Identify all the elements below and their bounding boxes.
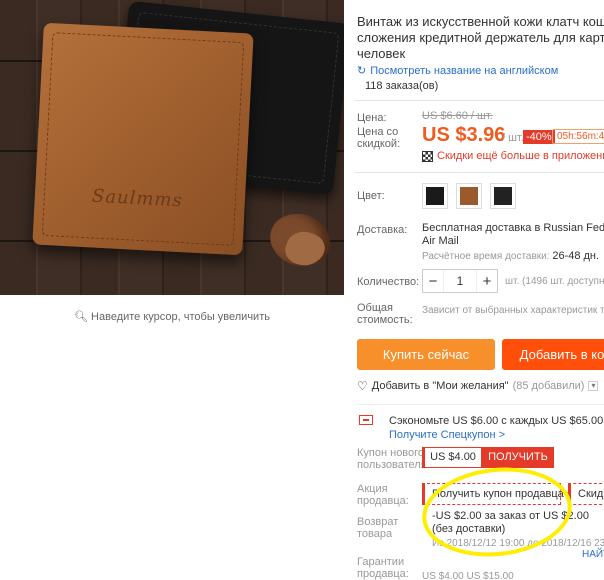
swatch-fill [426,187,444,205]
label-line: Гарантии [357,556,405,568]
wishlist-count: (85 добавили) [512,380,585,392]
total-label: Общая стоимость: [357,302,413,326]
total-note: Зависит от выбранных характеристик тов [422,305,604,316]
product-title-line: человек [357,46,406,61]
zoom-hint: 🔍︎ Наведите курсор, чтобы увеличить [0,310,344,323]
add-to-cart-button[interactable]: Добавить в ко [502,339,604,370]
current-price: US $3.96 [422,124,506,146]
label-line: продавца: [357,495,409,507]
buy-now-button[interactable]: Купить сейчас [357,339,495,370]
shipping-line-1: Бесплатная доставка в Russian Federati [422,222,604,234]
product-title-line: сложения кредитной держатель для карт би… [357,30,604,45]
discount-price-label: Цена со скидкой: [357,126,401,150]
find-more-link[interactable]: НАЙТ [582,549,604,560]
delivery-time-label: Расчётное время доставки: [422,251,550,262]
quantity-input[interactable]: 1 [443,270,477,292]
quantity-stepper: − 1 + [422,269,498,293]
color-label: Цвет: [357,190,385,202]
qr-code-icon [422,150,433,162]
savings-text: Сэкономьте US $6.00 с каждых US $65.00 [389,415,604,427]
product-image[interactable]: Saulmms [0,0,344,295]
returns-label: Возврат товара [357,516,398,540]
label-line: пользователя [357,459,427,471]
coupon-icon [359,415,373,425]
old-price: US $6.60 / шт. [422,110,493,122]
seller-promo-label: Акция продавца: [357,483,409,507]
price-label: Цена: [357,112,387,124]
divider [355,172,604,173]
product-title-line: Винтаж из искусственной кожи клатч кошел… [357,14,604,29]
label-line: товара [357,528,393,540]
delivery-time-value: 26-48 дн. [552,250,600,262]
search-icon: 🔍︎ [74,311,88,323]
color-swatch-black[interactable] [422,183,448,209]
app-discount-link[interactable]: Скидки ещё больше в приложении ▾ [422,150,604,162]
app-discount-text: Скидки ещё больше в приложении [437,150,604,162]
total-label-line: Общая [357,302,393,314]
coupon-value: US $4.00 [422,447,482,468]
quantity-label: Количество: [357,276,420,288]
translate-icon: ↻ [357,65,367,77]
wishlist-text: Добавить в "Мои желания" [371,380,509,392]
quantity-decrease-button[interactable]: − [423,273,443,290]
total-label-line: стоимость: [357,314,413,326]
label-line: Возврат [357,516,399,528]
zoom-hint-text: Наведите курсор, чтобы увеличить [91,311,270,323]
seller-discount-dropdown[interactable]: Скидк [568,483,604,505]
translate-title-link[interactable]: ↻ Посмотреть название на английском [357,64,559,78]
available-stock: шт. (1496 шт. доступно [505,276,604,287]
color-swatch-brown[interactable] [456,183,482,209]
per-unit: / шт. [502,132,524,144]
label-line: продавца: [357,568,409,580]
add-to-wishlist-link[interactable]: ♡ Добавить в "Мои желания" (85 добавили)… [357,379,599,393]
color-swatch-dark[interactable] [490,183,516,209]
shipping-label: Доставка: [357,224,408,236]
seller-guarantee-label: Гарантии продавца: [357,556,409,580]
quantity-increase-button[interactable]: + [477,273,497,290]
product-title: Винтаж из искусственной кожи клатч кошел… [357,14,604,62]
label-line: Акция [357,483,388,495]
savings-banner: Сэкономьте US $6.00 с каждых US $65.00 П… [355,404,604,444]
shipping-method[interactable]: Бесплатная доставка в Russian Federati A… [422,222,604,248]
chevron-down-icon[interactable]: ▾ [588,381,599,391]
swatch-fill [494,187,512,205]
sale-timer: 05h:56m:4 [552,129,604,144]
brown-wallet-image [32,22,254,256]
swatch-fill [460,187,478,205]
discount-badge: -40% [523,130,555,144]
special-coupon-link[interactable]: Получите Спецкупон > [389,429,505,441]
delivery-time: Расчётное время доставки: 26-48 дн. ? [422,250,604,262]
translate-title-text: Посмотреть название на английском [370,64,559,77]
shipping-line-2: Air Mail [422,235,459,247]
divider [355,100,604,101]
coupon-tier-row: US $4.00 US $15.00 [422,571,514,580]
new-user-coupon-label: Купон нового пользователя [357,447,427,471]
heart-icon: ♡ [357,379,368,393]
orders-count: 118 заказа(ов) [365,80,439,92]
get-coupon-button[interactable]: ПОЛУЧИТЬ [482,447,554,468]
label-line: Купон нового [357,447,425,459]
